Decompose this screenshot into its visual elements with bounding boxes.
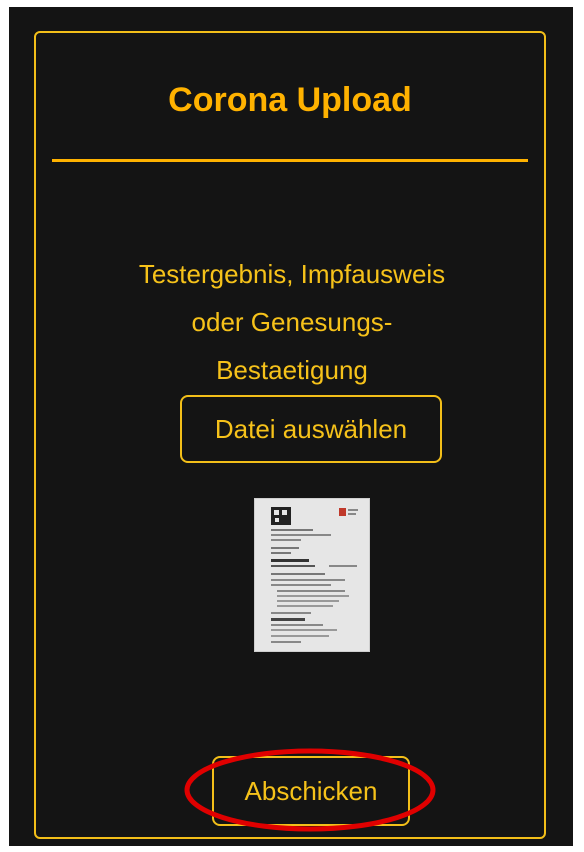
document-preview-thumbnail [254, 498, 370, 652]
document-scan-icon [255, 499, 369, 651]
upload-description: Testergebnis, Impfausweis oder Genesungs… [96, 250, 488, 394]
description-line: Bestaetigung [216, 355, 368, 385]
submit-button[interactable]: Abschicken [212, 756, 410, 826]
title-divider [52, 159, 528, 162]
description-line: Testergebnis, Impfausweis [138, 259, 446, 289]
upload-card: Corona Upload Testergebnis, Impfausweis … [34, 31, 546, 839]
choose-file-button[interactable]: Datei auswählen [180, 395, 442, 463]
page-background: Corona Upload Testergebnis, Impfausweis … [9, 7, 573, 846]
description-line: oder Genesungs- [191, 307, 393, 337]
page-title: Corona Upload [168, 81, 412, 119]
